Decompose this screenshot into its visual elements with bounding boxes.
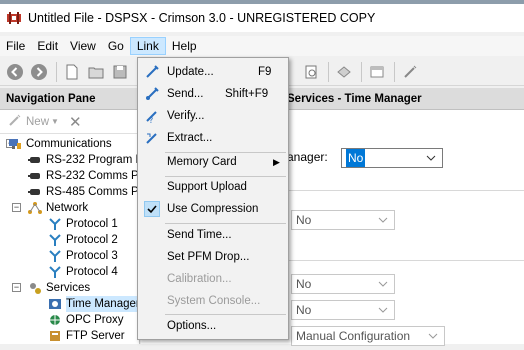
chevron-down-icon (378, 301, 388, 319)
navigation-pane-title: Navigation Pane (0, 88, 139, 110)
menu-item-update[interactable]: Update... F9 (140, 61, 286, 83)
combo-2[interactable]: No (291, 274, 395, 294)
protocol-icon (48, 265, 62, 279)
send-icon (144, 86, 160, 102)
menu-edit[interactable]: Edit (31, 37, 64, 55)
crimson-app-icon (6, 11, 22, 25)
manager-label: anager: (287, 150, 328, 164)
link-menu: Update... F9 Send... Shift+F9 ? Verify..… (137, 57, 289, 340)
menu-go[interactable]: Go (102, 37, 130, 55)
opc-proxy-icon (48, 313, 62, 327)
protocol-icon (48, 217, 62, 231)
update-icon (144, 64, 160, 80)
protocol-icon (48, 249, 62, 263)
toolbar-separator (56, 61, 57, 82)
wand-icon[interactable] (399, 61, 421, 83)
menu-file[interactable]: File (0, 37, 31, 55)
tree-item-opc-proxy[interactable]: OPC Proxy (48, 312, 124, 328)
menu-item-options[interactable]: Options... (140, 315, 286, 337)
new-file-icon[interactable] (61, 61, 83, 83)
chevron-down-icon (378, 275, 388, 293)
chevron-down-icon (426, 149, 436, 167)
window-icon[interactable] (366, 61, 388, 83)
chevron-down-icon (428, 327, 438, 345)
menu-item-extract[interactable]: Extract... (140, 127, 286, 149)
combo-configuration[interactable]: Manual Configuration (291, 326, 445, 346)
open-folder-icon[interactable] (85, 61, 107, 83)
chevron-down-icon (378, 211, 388, 229)
protocol-icon (48, 233, 62, 247)
verify-icon: ? (144, 108, 160, 124)
menu-item-memory-card[interactable]: Memory Card ▶ (140, 151, 286, 173)
menu-item-send-time[interactable]: Send Time... (140, 224, 286, 246)
tree-item-services[interactable]: Services (28, 280, 90, 296)
tree-item-protocol-3[interactable]: Protocol 3 (48, 248, 118, 264)
communications-icon (8, 137, 22, 151)
new-icon (8, 113, 22, 130)
chevron-down-icon: ▼ (51, 117, 59, 126)
forward-icon[interactable] (28, 61, 50, 83)
tree-item-protocol-1[interactable]: Protocol 1 (48, 216, 118, 232)
new-button[interactable]: New (26, 116, 49, 128)
ftp-server-icon (48, 329, 62, 343)
combo-1[interactable]: No (291, 210, 395, 230)
toolbar-separator-4 (394, 62, 395, 82)
toolbar-separator-2 (328, 62, 329, 82)
menu-item-verify[interactable]: ? Verify... (140, 105, 286, 127)
svg-text:?: ? (149, 116, 153, 124)
network-icon (28, 201, 42, 215)
toolbar-separator-3 (361, 62, 362, 82)
menu-view[interactable]: View (64, 37, 102, 55)
serial-port-icon (28, 185, 42, 199)
services-icon (28, 281, 42, 295)
window-title: Untitled File - DSPSX - Crimson 3.0 - UN… (28, 11, 376, 25)
back-icon[interactable] (4, 61, 26, 83)
navigation-pane: Navigation Pane New ▼ ✕ − Communications… (0, 88, 157, 344)
tree-item-rs232-comms-port[interactable]: RS-232 Comms Port (28, 168, 152, 184)
title-bar: Untitled File - DSPSX - Crimson 3.0 - UN… (0, 4, 524, 32)
menu-link[interactable]: Link (129, 37, 166, 55)
menu-item-set-pfm-drop[interactable]: Set PFM Drop... (140, 246, 286, 268)
menu-bar: File Edit View Go Link Help (0, 36, 524, 56)
blocked-icon[interactable] (333, 61, 355, 83)
combo-3[interactable]: No (291, 300, 395, 320)
submenu-arrow-icon: ▶ (273, 157, 280, 167)
menu-item-system-console[interactable]: System Console... (140, 290, 286, 312)
tree-item-network[interactable]: Network (28, 200, 88, 216)
tree-item-rs485-comms-port[interactable]: RS-485 Comms Port (28, 184, 152, 200)
time-manager-icon (48, 297, 62, 311)
serial-port-icon (28, 169, 42, 183)
print-preview-icon[interactable] (300, 61, 322, 83)
serial-port-icon (28, 153, 42, 167)
delete-icon[interactable]: ✕ (69, 113, 82, 131)
menu-item-support-upload[interactable]: Support Upload (140, 176, 286, 198)
tree-item-ftp-server[interactable]: FTP Server (48, 328, 125, 344)
tree-item-protocol-2[interactable]: Protocol 2 (48, 232, 118, 248)
save-icon[interactable] (109, 61, 131, 83)
toolbar-right-group (300, 61, 423, 83)
collapse-services[interactable]: − (12, 283, 21, 292)
menu-item-use-compression[interactable]: Use Compression (140, 198, 286, 220)
tree-item-time-manager[interactable]: Time Manager (48, 296, 140, 312)
tree-item-protocol-4[interactable]: Protocol 4 (48, 264, 118, 280)
checkmark-icon (144, 201, 160, 217)
menu-item-send[interactable]: Send... Shift+F9 (140, 83, 286, 105)
menu-item-calibration[interactable]: Calibration... (140, 268, 286, 290)
manager-combo[interactable]: No (341, 148, 443, 168)
manager-combo-value: No (346, 149, 366, 167)
navigation-tools: New ▼ ✕ (0, 110, 139, 134)
menu-help[interactable]: Help (166, 37, 203, 55)
collapse-network[interactable]: − (12, 203, 21, 212)
tree-item-communications[interactable]: Communications (8, 136, 112, 152)
extract-icon (144, 130, 160, 146)
